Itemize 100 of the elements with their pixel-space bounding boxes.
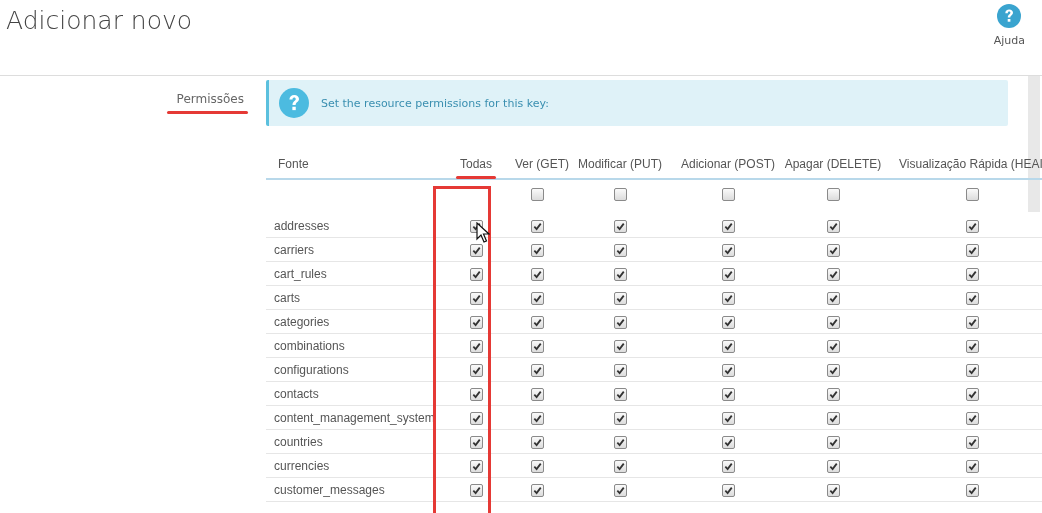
resource-name: configurations xyxy=(274,362,349,377)
page-title: Adicionar novo xyxy=(6,5,193,37)
checkbox[interactable] xyxy=(613,363,627,377)
checkbox[interactable] xyxy=(826,243,840,257)
column-header: Fonte xyxy=(277,156,310,173)
checkbox[interactable] xyxy=(613,188,627,201)
checkbox[interactable] xyxy=(469,435,483,449)
checkbox[interactable] xyxy=(469,315,483,329)
checkbox[interactable] xyxy=(469,387,483,401)
checkbox[interactable] xyxy=(826,219,840,233)
checkbox[interactable] xyxy=(530,483,544,497)
resource-name: content_management_system xyxy=(274,410,435,425)
checkbox[interactable] xyxy=(613,243,627,257)
resource-name: combinations xyxy=(274,338,345,353)
resource-name: addresses xyxy=(274,218,330,233)
checkbox[interactable] xyxy=(469,291,483,305)
resource-name: contacts xyxy=(274,386,319,401)
checkbox[interactable] xyxy=(530,267,544,281)
resource-name: customer_messages xyxy=(274,482,385,497)
checkbox[interactable] xyxy=(965,483,979,497)
checkbox[interactable] xyxy=(826,188,840,201)
checkbox[interactable] xyxy=(613,411,627,425)
checkbox[interactable] xyxy=(965,339,979,353)
checkbox[interactable] xyxy=(965,411,979,425)
checkbox[interactable] xyxy=(469,483,483,497)
column-header: Apagar (DELETE) xyxy=(783,156,883,173)
checkbox[interactable] xyxy=(469,339,483,353)
checkbox[interactable] xyxy=(613,435,627,449)
checkbox[interactable] xyxy=(965,243,979,257)
checkbox[interactable] xyxy=(826,483,840,497)
checkbox[interactable] xyxy=(826,339,840,353)
checkbox[interactable] xyxy=(721,267,735,281)
checkbox[interactable] xyxy=(826,435,840,449)
column-header: Todas xyxy=(456,149,496,179)
field-label: Permissões xyxy=(166,92,248,114)
checkbox[interactable] xyxy=(965,459,979,473)
checkbox[interactable] xyxy=(469,411,483,425)
checkbox[interactable] xyxy=(965,435,979,449)
checkbox[interactable] xyxy=(721,339,735,353)
checkbox[interactable] xyxy=(613,459,627,473)
checkbox[interactable] xyxy=(826,411,840,425)
checkbox[interactable] xyxy=(965,363,979,377)
resource-name: carts xyxy=(274,290,300,305)
checkbox[interactable] xyxy=(965,267,979,281)
resource-name: categories xyxy=(274,314,330,329)
checkbox[interactable] xyxy=(530,219,544,233)
resource-name: carriers xyxy=(274,242,314,257)
checkbox[interactable] xyxy=(613,483,627,497)
column-header: Adicionar (POST) xyxy=(680,156,777,173)
help-icon[interactable] xyxy=(997,4,1022,28)
checkbox[interactable] xyxy=(530,243,544,257)
checkbox[interactable] xyxy=(530,387,544,401)
help-icon xyxy=(279,88,309,118)
checkbox[interactable] xyxy=(530,339,544,353)
help-label[interactable]: Ajuda xyxy=(993,34,1025,47)
checkbox[interactable] xyxy=(965,291,979,305)
column-header: Visualização Rápida (HEAI xyxy=(898,156,1042,173)
checkbox[interactable] xyxy=(965,219,979,233)
checkbox[interactable] xyxy=(613,387,627,401)
checkbox[interactable] xyxy=(530,315,544,329)
checkbox[interactable] xyxy=(965,188,979,201)
resource-name: currencies xyxy=(274,458,330,473)
checkbox[interactable] xyxy=(965,387,979,401)
info-text: Set the resource permissions for this key: xyxy=(321,96,549,110)
checkbox[interactable] xyxy=(721,459,735,473)
checkbox[interactable] xyxy=(530,291,544,305)
checkbox[interactable] xyxy=(613,339,627,353)
checkbox[interactable] xyxy=(469,243,483,257)
checkbox[interactable] xyxy=(530,411,544,425)
checkbox[interactable] xyxy=(721,483,735,497)
checkbox[interactable] xyxy=(613,267,627,281)
checkbox[interactable] xyxy=(721,243,735,257)
checkbox[interactable] xyxy=(721,363,735,377)
checkbox[interactable] xyxy=(826,267,840,281)
checkbox[interactable] xyxy=(530,459,544,473)
checkbox[interactable] xyxy=(721,315,735,329)
checkbox[interactable] xyxy=(721,435,735,449)
column-header: Ver (GET) xyxy=(514,156,570,173)
checkbox[interactable] xyxy=(826,315,840,329)
checkbox[interactable] xyxy=(826,291,840,305)
checkbox[interactable] xyxy=(613,219,627,233)
checkbox[interactable] xyxy=(721,291,735,305)
checkbox[interactable] xyxy=(469,459,483,473)
resource-name: countries xyxy=(274,434,323,449)
checkbox[interactable] xyxy=(721,411,735,425)
checkbox[interactable] xyxy=(721,219,735,233)
resource-name: cart_rules xyxy=(274,266,327,281)
checkbox[interactable] xyxy=(826,387,840,401)
checkbox[interactable] xyxy=(613,315,627,329)
checkbox[interactable] xyxy=(721,188,735,201)
checkbox[interactable] xyxy=(965,315,979,329)
checkbox[interactable] xyxy=(469,267,483,281)
checkbox[interactable] xyxy=(721,387,735,401)
checkbox[interactable] xyxy=(826,459,840,473)
checkbox[interactable] xyxy=(469,363,483,377)
checkbox[interactable] xyxy=(613,291,627,305)
checkbox[interactable] xyxy=(530,435,544,449)
checkbox[interactable] xyxy=(530,363,544,377)
checkbox[interactable] xyxy=(826,363,840,377)
checkbox[interactable] xyxy=(530,188,544,201)
